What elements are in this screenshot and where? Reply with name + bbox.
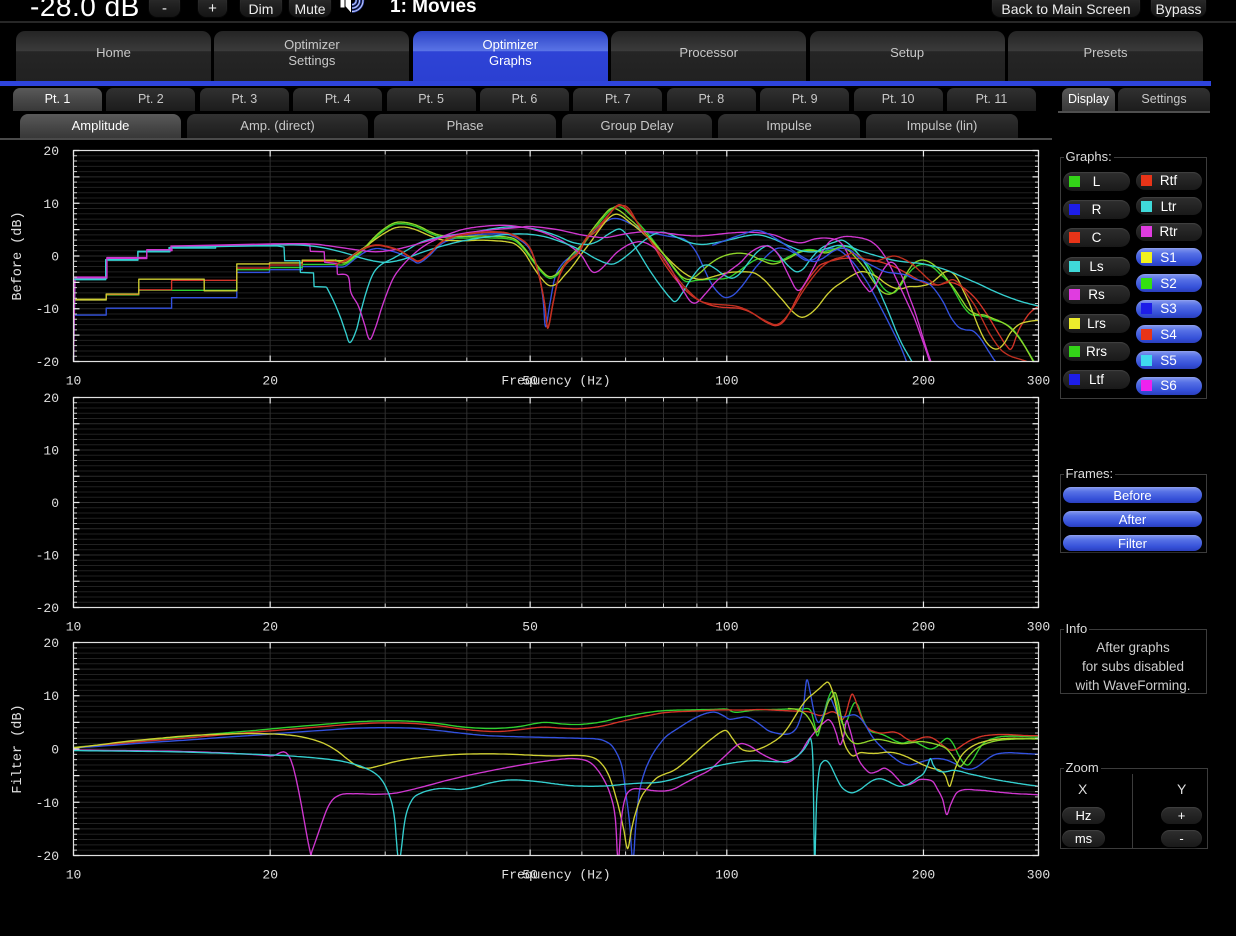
svg-text:0: 0 [51,250,59,265]
svg-text:10: 10 [43,444,59,459]
svg-text:20: 20 [262,374,278,389]
svg-text:0: 0 [51,496,59,511]
svg-text:-20: -20 [36,601,59,616]
svg-text:10: 10 [66,374,82,389]
svg-text:100: 100 [715,868,738,883]
svg-text:-10: -10 [36,302,59,317]
svg-text:10: 10 [66,868,82,883]
svg-text:100: 100 [715,620,738,635]
svg-text:200: 200 [912,620,935,635]
svg-text:-10: -10 [36,796,59,811]
svg-text:200: 200 [912,868,935,883]
svg-text:50: 50 [522,620,538,635]
svg-text:20: 20 [262,620,278,635]
svg-text:10: 10 [43,197,59,212]
svg-text:0: 0 [51,743,59,758]
svg-text:100: 100 [715,374,738,389]
svg-text:20: 20 [262,868,278,883]
svg-text:10: 10 [66,620,82,635]
svg-text:20: 20 [43,144,59,159]
svg-text:-20: -20 [36,849,59,864]
svg-text:Frequency (Hz): Frequency (Hz) [501,868,610,883]
svg-text:20: 20 [43,636,59,651]
svg-text:20: 20 [43,391,59,406]
svg-text:300: 300 [1027,868,1050,883]
svg-text:200: 200 [912,374,935,389]
svg-text:300: 300 [1027,374,1050,389]
svg-text:-20: -20 [36,355,59,370]
svg-text:Filter (dB): Filter (dB) [11,704,26,793]
svg-text:Frequency (Hz): Frequency (Hz) [501,374,610,389]
svg-text:Before (dB): Before (dB) [11,211,26,300]
svg-text:10: 10 [43,689,59,704]
svg-text:300: 300 [1027,620,1050,635]
svg-text:-10: -10 [36,549,59,564]
